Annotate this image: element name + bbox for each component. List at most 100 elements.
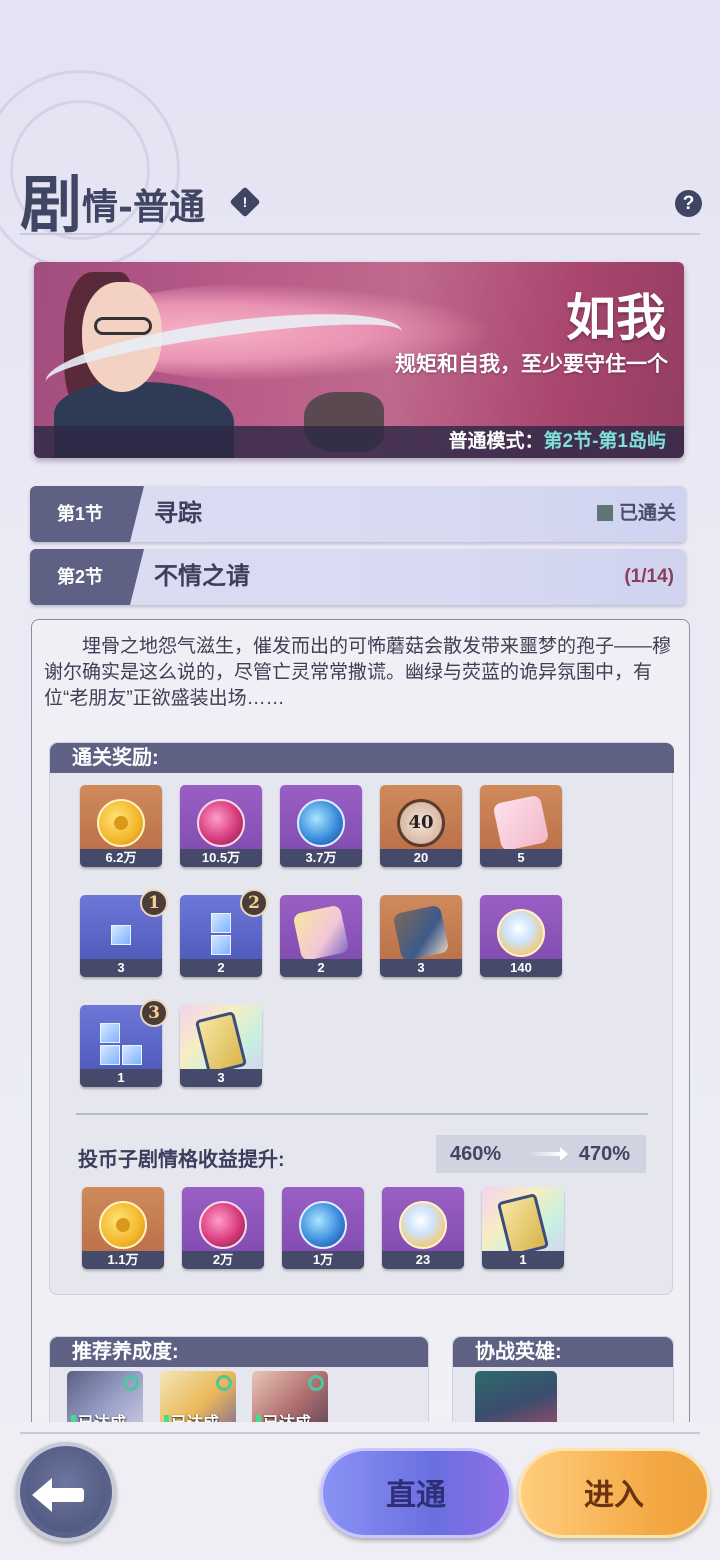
info-icon[interactable]: ! — [229, 186, 261, 218]
rank-badge: 2 — [240, 889, 268, 917]
crystal-gem-icon — [399, 1201, 447, 1249]
status-ring-icon — [308, 1375, 324, 1391]
gold-coin-icon — [97, 799, 145, 847]
chapter-name: 不情之请 — [154, 563, 250, 590]
status-ring-icon — [216, 1375, 232, 1391]
pink-orb-icon — [199, 1201, 247, 1249]
item-count: 2万 — [182, 1251, 264, 1269]
direct-button[interactable]: 直通 — [320, 1448, 512, 1538]
puzzle-piece-blonde-icon — [292, 904, 350, 962]
item-count: 3.7万 — [280, 849, 362, 867]
reward-item[interactable]: 6.2万 — [80, 785, 162, 867]
enter-button[interactable]: 进入 — [518, 1448, 710, 1538]
boost-item[interactable]: 23 — [382, 1187, 464, 1269]
bottom-divider — [20, 1432, 700, 1434]
diamond-block-icon — [111, 925, 131, 945]
chapter-tag: 第2节 — [30, 549, 144, 605]
reward-item[interactable]: 1 3 — [80, 999, 168, 1087]
page-title-first-char: 剧 — [20, 168, 83, 241]
chapter-1-row[interactable]: 第1节 寻踪 已通关 — [30, 486, 686, 542]
status-ring-icon — [123, 1375, 139, 1391]
diamond-block-icon — [122, 1045, 142, 1065]
diamond-block-icon — [100, 1023, 120, 1043]
cleared-icon — [596, 505, 613, 521]
reward-item[interactable]: 140 — [480, 895, 562, 977]
item-count: 3 — [80, 959, 162, 977]
back-button-face — [26, 1452, 106, 1532]
item-count: 2 — [180, 959, 262, 977]
banner-art-glasses — [94, 317, 152, 335]
item-count: 1 — [482, 1251, 564, 1269]
reward-section: 通关奖励: 6.2万 10.5万 3.7万 40 20 5 3 1 2 2 2 … — [49, 742, 674, 1295]
boost-item[interactable]: 2万 — [182, 1187, 264, 1269]
back-arrow-icon — [32, 1478, 84, 1512]
mode-value: 第2节-第1岛屿 — [543, 431, 666, 452]
reward-item[interactable]: 40 20 — [380, 785, 462, 867]
blue-orb-icon — [297, 799, 345, 847]
banner-subtitle: 规矩和自我，至少要守住一个 — [395, 353, 668, 376]
assist-title: 协战英雄: — [453, 1337, 673, 1367]
coin-boost-label: 投币子剧情格收益提升: — [78, 1149, 285, 1171]
gold-coin-icon — [99, 1201, 147, 1249]
chapter-detail-panel[interactable]: 埋骨之地怨气滋生，催发而出的可怖蘑菇会散发带来噩梦的孢子——穆谢尔确实是这么说的… — [31, 619, 690, 1439]
pink-orb-icon — [197, 799, 245, 847]
item-count: 5 — [480, 849, 562, 867]
section-divider — [76, 1113, 648, 1115]
recommend-title: 推荐养成度: — [50, 1337, 428, 1367]
reward-item[interactable]: 2 — [280, 895, 362, 977]
item-count: 3 — [380, 959, 462, 977]
page-header: 剧 情-普通 ! ? — [0, 150, 720, 241]
chapter-description: 埋骨之地怨气滋生，催发而出的可怖蘑菇会散发带来噩梦的孢子——穆谢尔确实是这么说的… — [44, 636, 672, 709]
rank-badge: 3 — [140, 999, 168, 1027]
header-divider — [20, 233, 700, 235]
chapter-2-row[interactable]: 第2节 不情之请 (1/14) — [30, 549, 686, 605]
diamond-block-icon — [211, 913, 231, 933]
reward-item[interactable]: 3 1 — [80, 889, 168, 977]
boost-item[interactable]: 1.1万 — [82, 1187, 164, 1269]
chapter-name: 寻踪 — [154, 500, 202, 527]
boost-to: 470% — [578, 1143, 630, 1165]
item-count: 1 — [80, 1069, 162, 1087]
arrow-right-icon — [528, 1147, 568, 1161]
item-count: 1.1万 — [82, 1251, 164, 1269]
diamond-block-icon — [211, 935, 231, 955]
puzzle-piece-blue-icon — [392, 904, 450, 962]
help-icon[interactable]: ? — [675, 190, 702, 217]
item-count: 2 — [280, 959, 362, 977]
item-count: 3 — [180, 1069, 262, 1087]
story-banner: 如我 规矩和自我，至少要守住一个 普通模式：第2节-第1岛屿 — [34, 262, 684, 458]
chapter-tag: 第1节 — [30, 486, 144, 542]
coin-boost-percent: 460% 470% — [436, 1135, 646, 1173]
item-count: 23 — [382, 1251, 464, 1269]
back-button[interactable] — [16, 1442, 116, 1542]
banner-title: 如我 — [566, 288, 666, 347]
boost-from: 460% — [450, 1143, 502, 1165]
chapter-status: 已通关 — [596, 486, 676, 542]
badge-40-icon: 40 — [397, 799, 445, 847]
banner-mode: 普通模式：第2节-第1岛屿 — [34, 426, 684, 458]
item-count: 20 — [380, 849, 462, 867]
chapter-progress: (1/14) — [624, 566, 674, 587]
item-count: 140 — [480, 959, 562, 977]
reward-item[interactable]: 3 — [180, 1005, 262, 1087]
gold-card-icon — [194, 1010, 248, 1076]
crystal-gem-icon — [497, 909, 545, 957]
blue-orb-icon — [299, 1201, 347, 1249]
reward-item[interactable]: 3 — [380, 895, 462, 977]
reward-item[interactable]: 2 2 — [180, 889, 268, 977]
reward-item[interactable]: 10.5万 — [180, 785, 262, 867]
reward-title: 通关奖励: — [50, 743, 674, 773]
item-count: 1万 — [282, 1251, 364, 1269]
reward-item[interactable]: 3.7万 — [280, 785, 362, 867]
page-title: 情-普通 — [82, 186, 205, 228]
rank-badge: 1 — [140, 889, 168, 917]
reward-item[interactable]: 5 — [480, 785, 562, 867]
diamond-block-icon — [100, 1045, 120, 1065]
item-count: 10.5万 — [180, 849, 262, 867]
mode-label: 普通模式： — [448, 431, 544, 452]
boost-item[interactable]: 1万 — [282, 1187, 364, 1269]
boost-item[interactable]: 1 — [482, 1187, 564, 1269]
puzzle-piece-icon — [492, 794, 550, 852]
gold-card-icon — [496, 1192, 550, 1258]
item-count: 6.2万 — [80, 849, 162, 867]
